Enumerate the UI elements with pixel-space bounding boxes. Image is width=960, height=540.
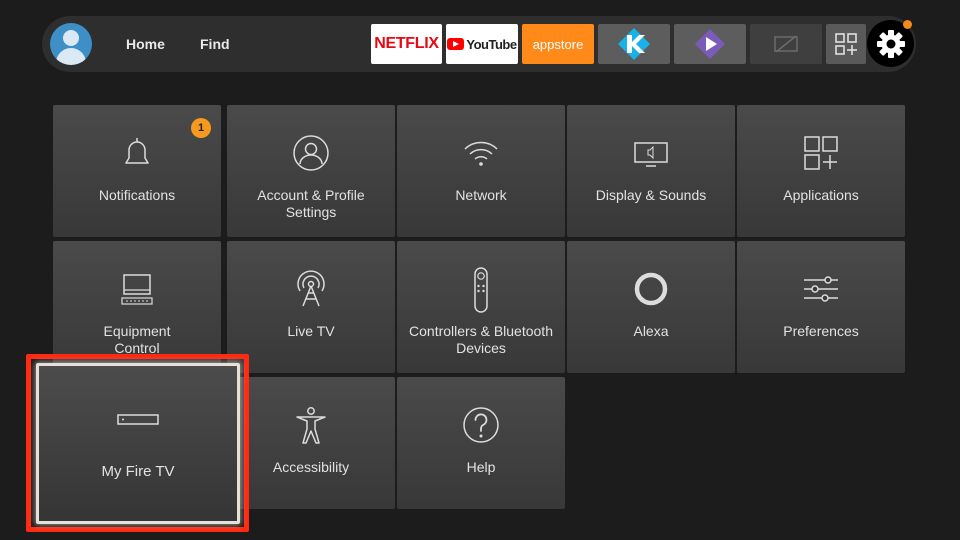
youtube-label: YouTube: [466, 36, 517, 52]
tile-label: Network: [455, 187, 507, 203]
tile-controllers-bluetooth[interactable]: Controllers & Bluetooth Devices: [397, 241, 565, 373]
tile-label: Notifications: [98, 187, 176, 203]
all-apps-grid-icon: [835, 33, 857, 55]
tile-label: Display & Sounds: [595, 187, 707, 203]
netflix-app[interactable]: NETFLIX: [371, 24, 442, 64]
appstore-app[interactable]: appstore: [522, 24, 594, 64]
tile-alexa[interactable]: Alexa: [567, 241, 735, 373]
tile-live-tv[interactable]: Live TV: [227, 241, 395, 373]
tile-accessibility[interactable]: Accessibility: [227, 377, 395, 509]
antenna-icon: [297, 270, 325, 307]
bell-icon: [125, 138, 149, 164]
sliders-icon: [804, 276, 838, 302]
profile-avatar-icon[interactable]: [50, 23, 92, 65]
tile-help[interactable]: Help: [397, 377, 565, 509]
tile-label: My Fire TV: [101, 463, 175, 480]
youtube-app[interactable]: YouTube: [446, 24, 518, 64]
wifi-icon: [464, 141, 498, 166]
tile-account-profile-settings[interactable]: Account & Profile Settings: [227, 105, 395, 237]
tile-label: Account & Profile Settings: [257, 187, 365, 220]
avatar-head: [63, 30, 79, 46]
tile-label: Alexa: [633, 323, 669, 339]
tile-label: Accessibility: [272, 459, 350, 475]
display-icon: [634, 142, 668, 167]
youtube-play-icon: [447, 38, 465, 50]
tile-label: Preferences: [783, 323, 859, 339]
netflix-label: NETFLIX: [374, 35, 439, 52]
kodi-icon: [618, 28, 650, 60]
kodi-app[interactable]: [598, 24, 670, 64]
tile-applications[interactable]: Applications: [737, 105, 905, 237]
stremio-app[interactable]: [674, 24, 746, 64]
question-icon: [463, 407, 499, 443]
no-image-icon: [774, 35, 798, 53]
tile-network[interactable]: Network: [397, 105, 565, 237]
unavailable-app[interactable]: [750, 24, 822, 64]
all-apps-button[interactable]: [826, 24, 866, 64]
tile-preferences[interactable]: Preferences: [737, 241, 905, 373]
tile-my-fire-tv[interactable]: My Fire TV: [36, 363, 240, 524]
tile-label: Controllers & Bluetooth Devices: [409, 323, 553, 356]
computer-icon: [121, 274, 153, 305]
stremio-icon: [695, 29, 725, 59]
tile-label: Help: [466, 459, 496, 475]
tile-label: Applications: [783, 187, 859, 203]
settings-notification-dot: [903, 20, 912, 29]
notification-count-badge: 1: [191, 118, 211, 138]
appstore-label: appstore: [532, 36, 584, 52]
alexa-ring-icon: [634, 272, 668, 306]
gear-icon: [876, 29, 905, 58]
tile-display-sounds[interactable]: Display & Sounds: [567, 105, 735, 237]
fire-tv-device-icon: [117, 414, 159, 425]
tile-label: Equipment Control: [103, 323, 171, 356]
accessibility-person-icon: [296, 407, 326, 444]
apps-grid-icon: [804, 136, 838, 170]
remote-icon: [474, 267, 488, 313]
tile-label: Live TV: [287, 323, 335, 339]
nav-home[interactable]: Home: [126, 36, 165, 52]
avatar-body: [56, 48, 86, 65]
person-icon: [293, 135, 329, 171]
nav-find[interactable]: Find: [200, 36, 230, 52]
